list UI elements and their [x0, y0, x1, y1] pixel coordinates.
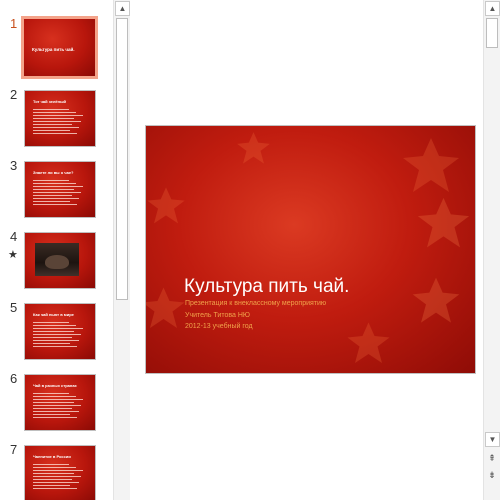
thumbnail-preview: Чай в разных странах	[25, 375, 95, 430]
slide-number: 3	[10, 158, 18, 173]
previous-slide-button[interactable]: ⇞	[486, 453, 498, 465]
scroll-thumb[interactable]	[116, 18, 128, 300]
animation-star-icon: ★	[8, 249, 18, 261]
thumbnail-frame[interactable]: Культура пить чай.	[21, 16, 98, 79]
slide-number: 6	[10, 371, 18, 386]
thumbnail-text-lines	[33, 322, 85, 349]
thumbnail-preview: Тот чай зелёный	[25, 91, 95, 146]
slide-number: 2	[10, 87, 18, 102]
thumbnail-text-lines	[33, 180, 85, 207]
scroll-up-button[interactable]: ▲	[485, 1, 500, 16]
thumbnail-preview: Как чай пьют в мире	[25, 304, 95, 359]
thumbnail-frame[interactable]: Как чай пьют в мире	[24, 303, 96, 360]
thumbnail-frame[interactable]: Чаепитие в России	[24, 445, 96, 500]
leaf-icon	[347, 322, 390, 363]
thumbnail-text-lines	[33, 393, 85, 420]
leaf-icon	[417, 197, 470, 248]
thumbnail-scrollbar[interactable]: ▲	[113, 0, 130, 500]
thumbnail-title: Чай в разных странах	[33, 383, 77, 388]
thumbnail-preview: Чаепитие в России	[25, 446, 95, 500]
leaf-icon	[412, 277, 460, 323]
slide-number: 4	[10, 229, 18, 244]
next-slide-button[interactable]: ⇟	[486, 470, 498, 482]
slide-thumbnail[interactable]: 3 Знаете ли вы о чае?	[0, 158, 113, 227]
slide-thumbnail[interactable]: 7 Чаепитие в России	[0, 442, 113, 500]
slide-subtitle-line[interactable]: Презентация к внеклассному мероприятию	[185, 300, 326, 307]
thumbnail-title: Тот чай зелёный	[33, 99, 66, 104]
slide-thumbnail[interactable]: 2 Тот чай зелёный	[0, 87, 113, 156]
leaf-icon	[146, 287, 185, 328]
slide-number: 7	[10, 442, 18, 457]
slide-thumbnail[interactable]: 1 Культура пить чай.	[0, 16, 113, 85]
slide-subtitle-line[interactable]: Учитель Титова НЮ	[185, 312, 250, 319]
slide-number: 1	[10, 16, 18, 31]
slide-title[interactable]: Культура пить чай.	[184, 276, 349, 298]
slide-number: 5	[10, 300, 18, 315]
slide-subtitle-line[interactable]: 2012-13 учебный год	[185, 323, 253, 330]
leaf-icon	[403, 138, 459, 192]
slide-thumbnail[interactable]: 4 ★	[0, 229, 113, 298]
scroll-up-button[interactable]: ▲	[115, 1, 130, 16]
thumbnail-title: Чаепитие в России	[33, 454, 71, 459]
current-slide[interactable]: Культура пить чай. Презентация к внеклас…	[145, 125, 476, 374]
teapot-photo	[35, 243, 79, 276]
slide-thumbnail[interactable]: 6 Чай в разных странах	[0, 371, 113, 440]
thumbnail-text-lines	[33, 109, 85, 136]
slide-thumbnail[interactable]: 5 Как чай пьют в мире	[0, 300, 113, 369]
thumbnail-title: Знаете ли вы о чае?	[33, 170, 74, 175]
scroll-thumb[interactable]	[486, 18, 498, 48]
thumbnail-title: Культура пить чай.	[32, 47, 75, 52]
thumbnail-preview	[25, 233, 95, 288]
slide-thumbnail-pane: 1 Культура пить чай. 2 Тот чай зелёный 3 Знае…	[0, 0, 113, 500]
thumbnail-frame[interactable]: Тот чай зелёный	[24, 90, 96, 147]
leaf-icon	[237, 132, 270, 164]
scroll-down-button[interactable]: ▼	[485, 432, 500, 447]
editor-scrollbar[interactable]: ▲ ▼	[483, 0, 500, 500]
thumbnail-frame[interactable]: Знаете ли вы о чае?	[24, 161, 96, 218]
thumbnail-preview: Культура пить чай.	[24, 19, 95, 76]
thumbnail-frame[interactable]	[24, 232, 96, 289]
thumbnail-frame[interactable]: Чай в разных странах	[24, 374, 96, 431]
leaf-icon	[147, 187, 185, 224]
thumbnail-preview: Знаете ли вы о чае?	[25, 162, 95, 217]
thumbnail-title: Как чай пьют в мире	[33, 312, 74, 317]
thumbnail-text-lines	[33, 464, 85, 491]
